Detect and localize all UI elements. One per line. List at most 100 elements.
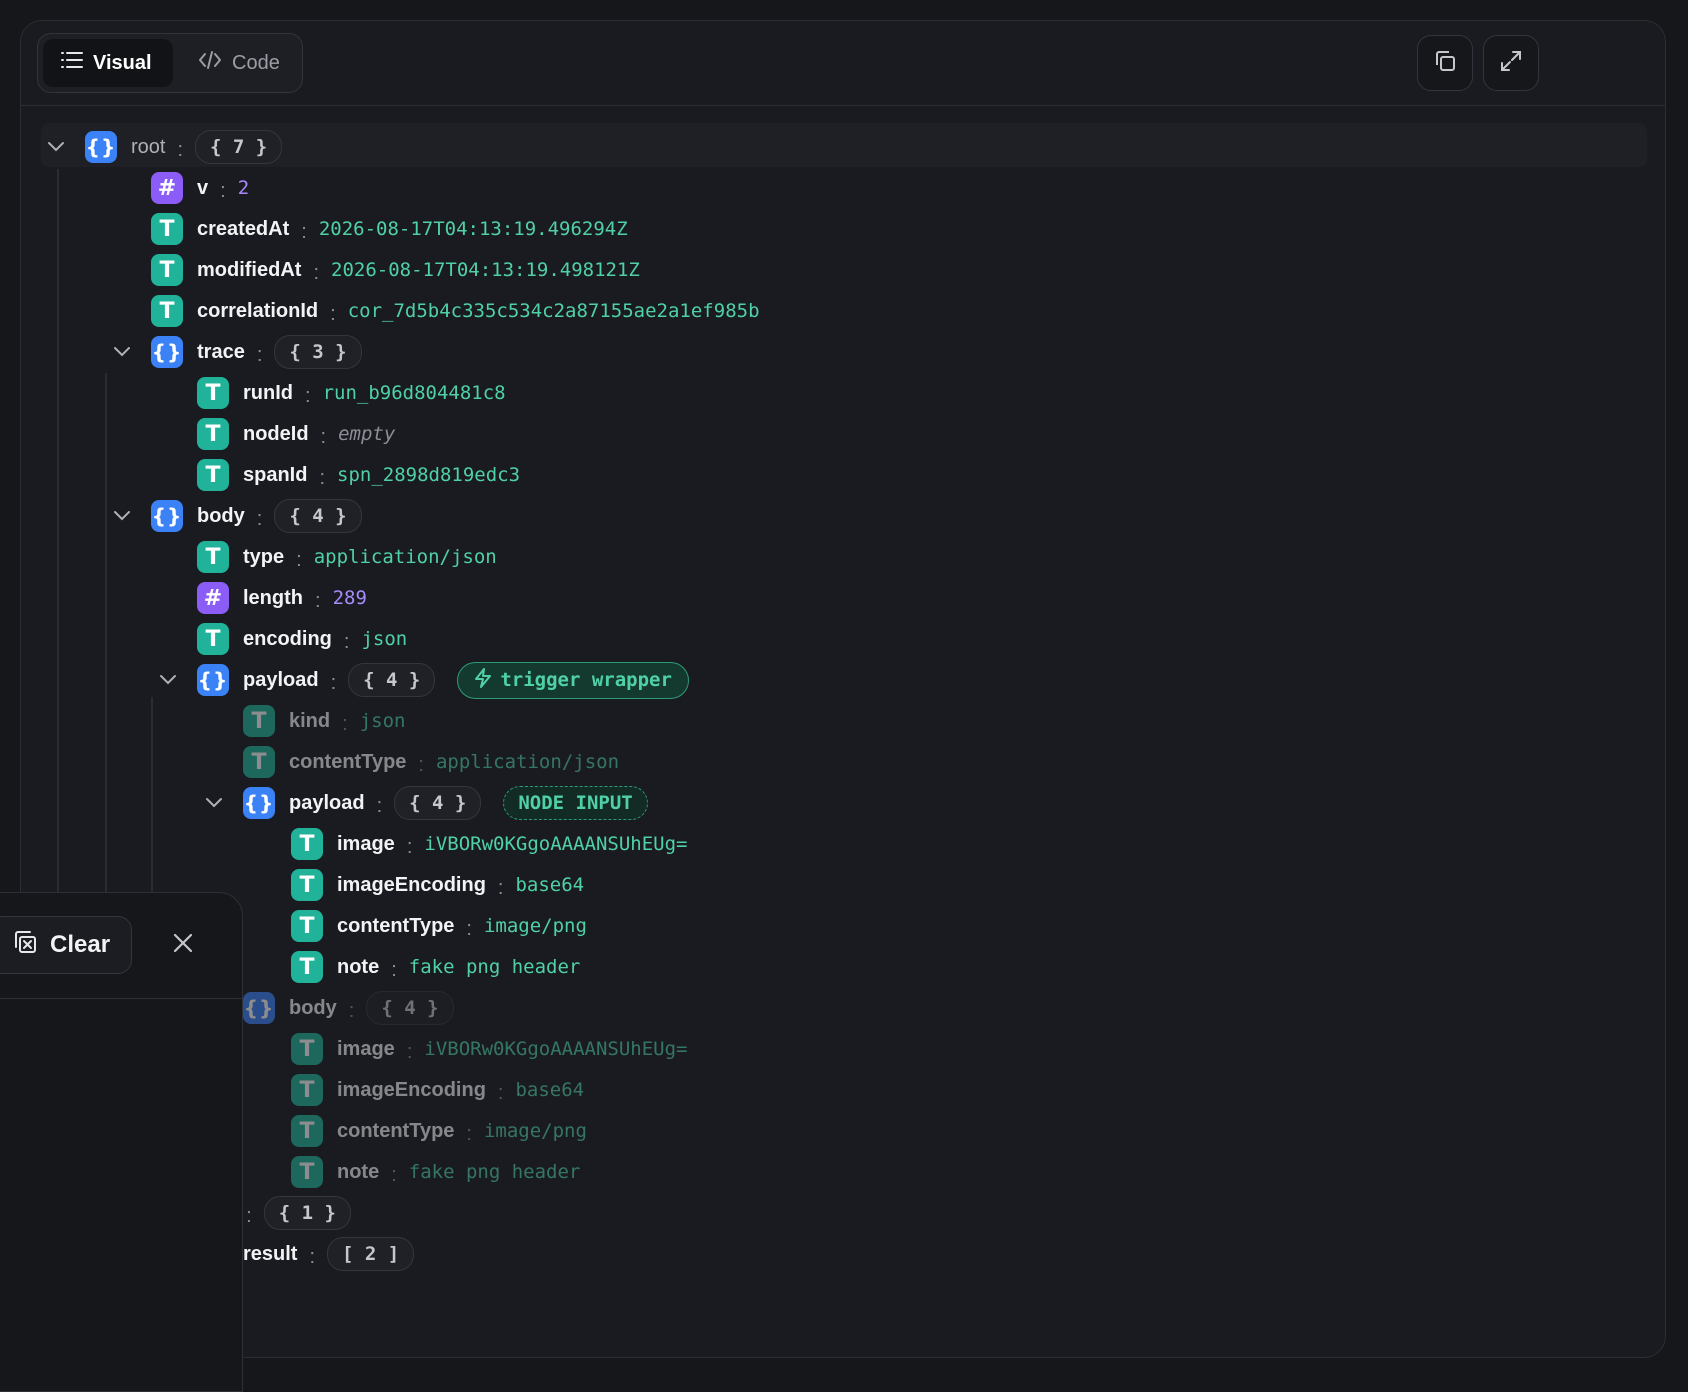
- tree-node-body-dim[interactable]: {} body : { 4 }: [243, 986, 454, 1030]
- object-type-icon: {}: [243, 787, 275, 819]
- tree-leaf-type[interactable]: T type : application/json: [197, 535, 497, 579]
- tree-leaf-createdat[interactable]: T createdAt : 2026-08-17T04:13:19.496294…: [151, 207, 628, 251]
- number-type-icon: #: [197, 582, 229, 614]
- node-value: iVBORw0KGgoAAAANSUhEUg=: [424, 833, 688, 855]
- colon-separator: :: [376, 794, 383, 817]
- node-input-tag: NODE INPUT: [503, 786, 648, 820]
- tree-leaf-runid[interactable]: T runId : run_b96d804481c8: [197, 371, 506, 415]
- tree-leaf-note-dim[interactable]: T note : fake png header: [291, 1150, 580, 1194]
- close-button[interactable]: [167, 929, 199, 961]
- tree-leaf-encoding[interactable]: T encoding : json: [197, 617, 407, 661]
- chevron-down-icon[interactable]: [109, 503, 135, 529]
- string-type-icon: T: [291, 828, 323, 860]
- tree-leaf-note[interactable]: T note : fake png header: [291, 945, 580, 989]
- node-key: spanId: [243, 463, 308, 486]
- string-type-icon: T: [291, 869, 323, 901]
- node-key: body: [197, 504, 245, 527]
- tree-leaf-spanid[interactable]: T spanId : spn_2898d819edc3: [197, 453, 520, 497]
- node-key: createdAt: [197, 217, 290, 240]
- colon-separator: :: [497, 1081, 504, 1104]
- node-value: 2: [237, 177, 250, 199]
- node-key: payload: [243, 668, 319, 691]
- string-type-icon: T: [291, 1074, 323, 1106]
- string-type-icon: T: [243, 746, 275, 778]
- tree-leaf-nodeid[interactable]: T nodeId : empty: [197, 412, 395, 456]
- node-key: image: [337, 832, 395, 855]
- tree-node-body[interactable]: {} body : { 4 }: [109, 494, 362, 538]
- tree-leaf-image-dim[interactable]: T image : iVBORw0KGgoAAAANSUhEUg=: [291, 1027, 687, 1071]
- chevron-down-icon[interactable]: [43, 134, 69, 160]
- string-type-icon: T: [151, 254, 183, 286]
- node-key: image: [337, 1037, 395, 1060]
- tree-leaf-modifiedat[interactable]: T modifiedAt : 2026-08-17T04:13:19.49812…: [151, 248, 640, 292]
- expand-button[interactable]: [1483, 35, 1539, 91]
- drawer-header: Clear: [0, 893, 242, 999]
- tree-leaf-contenttype-image[interactable]: T contentType : image/png: [291, 904, 587, 948]
- count-badge: { 4 }: [274, 499, 362, 533]
- tree-node-root[interactable]: {} root : { 7 }: [43, 125, 283, 169]
- colon-separator: :: [305, 384, 311, 407]
- node-key: contentType: [337, 1119, 455, 1142]
- colon-separator: :: [256, 343, 263, 366]
- colon-separator: :: [497, 876, 504, 899]
- object-type-icon: {}: [151, 336, 183, 368]
- colon-separator: :: [406, 1040, 413, 1063]
- node-key: modifiedAt: [197, 258, 302, 281]
- node-value: fake png header: [408, 1161, 581, 1183]
- count-badge: { 4 }: [394, 786, 482, 820]
- tree-node-payload[interactable]: {} payload : { 4 } trigger wrapper: [155, 658, 689, 702]
- tree-leaf-contenttype-dim[interactable]: T contentType : image/png: [291, 1109, 587, 1153]
- colon-separator: :: [466, 917, 472, 940]
- tree-leaf-contenttype[interactable]: T contentType : application/json: [243, 740, 619, 784]
- tree-node-trace[interactable]: {} trace : { 3 }: [109, 330, 362, 374]
- close-icon: [172, 932, 194, 959]
- object-type-icon: {}: [197, 664, 229, 696]
- tree-node-payload-inner[interactable]: {} payload : { 4 } NODE INPUT: [201, 781, 648, 825]
- list-icon: [61, 51, 83, 75]
- tree-leaf-kind[interactable]: T kind : json: [243, 699, 405, 743]
- view-mode-toggle: Visual Code: [37, 33, 303, 93]
- node-key: imageEncoding: [337, 873, 486, 896]
- tab-code[interactable]: Code: [180, 39, 298, 87]
- node-key: correlationId: [197, 299, 319, 322]
- colon-separator: :: [301, 220, 307, 243]
- node-key: root: [131, 135, 166, 158]
- chevron-down-icon[interactable]: [201, 790, 227, 816]
- clear-button[interactable]: Clear: [0, 916, 132, 974]
- string-type-icon: T: [243, 705, 275, 737]
- colon-separator: :: [309, 1245, 316, 1268]
- chevron-down-icon[interactable]: [109, 339, 135, 365]
- expand-icon: [1499, 49, 1523, 78]
- tree-leaf-imageencoding[interactable]: T imageEncoding : base64: [291, 863, 584, 907]
- colon-separator: :: [466, 1122, 472, 1145]
- string-type-icon: T: [291, 1033, 323, 1065]
- colon-separator: :: [320, 425, 327, 448]
- tree-leaf-correlationid[interactable]: T correlationId : cor_7d5b4c335c534c2a87…: [151, 289, 760, 333]
- colon-separator: :: [342, 712, 348, 735]
- count-badge: [ 2 ]: [327, 1237, 415, 1271]
- trigger-wrapper-tag: trigger wrapper: [457, 661, 689, 699]
- node-value: 289: [332, 587, 367, 609]
- node-value: 2026-08-17T04:13:19.498121Z: [331, 259, 640, 281]
- node-key: contentType: [289, 750, 407, 773]
- tree-leaf-image[interactable]: T image : iVBORw0KGgoAAAANSUhEUg=: [291, 822, 687, 866]
- tree-leaf-imageencoding-dim[interactable]: T imageEncoding : base64: [291, 1068, 584, 1112]
- string-type-icon: T: [291, 910, 323, 942]
- node-value: application/json: [313, 546, 497, 568]
- colon-separator: :: [319, 466, 326, 489]
- object-type-icon: {}: [85, 131, 117, 163]
- node-key: runId: [243, 381, 293, 404]
- tree-leaf-v[interactable]: # v : 2: [151, 166, 249, 210]
- colon-separator: :: [418, 753, 424, 776]
- node-key: type: [243, 545, 285, 568]
- colon-separator: :: [256, 507, 263, 530]
- node-key: encoding: [243, 627, 332, 650]
- colon-separator: :: [315, 589, 321, 612]
- colon-separator: :: [330, 671, 337, 694]
- node-value: json: [359, 710, 406, 732]
- node-value: cor_7d5b4c335c534c2a87155ae2a1ef985b: [347, 300, 760, 322]
- chevron-down-icon[interactable]: [155, 667, 181, 693]
- tab-visual[interactable]: Visual: [43, 39, 173, 87]
- copy-button[interactable]: [1417, 35, 1473, 91]
- tree-leaf-length[interactable]: # length : 289: [197, 576, 367, 620]
